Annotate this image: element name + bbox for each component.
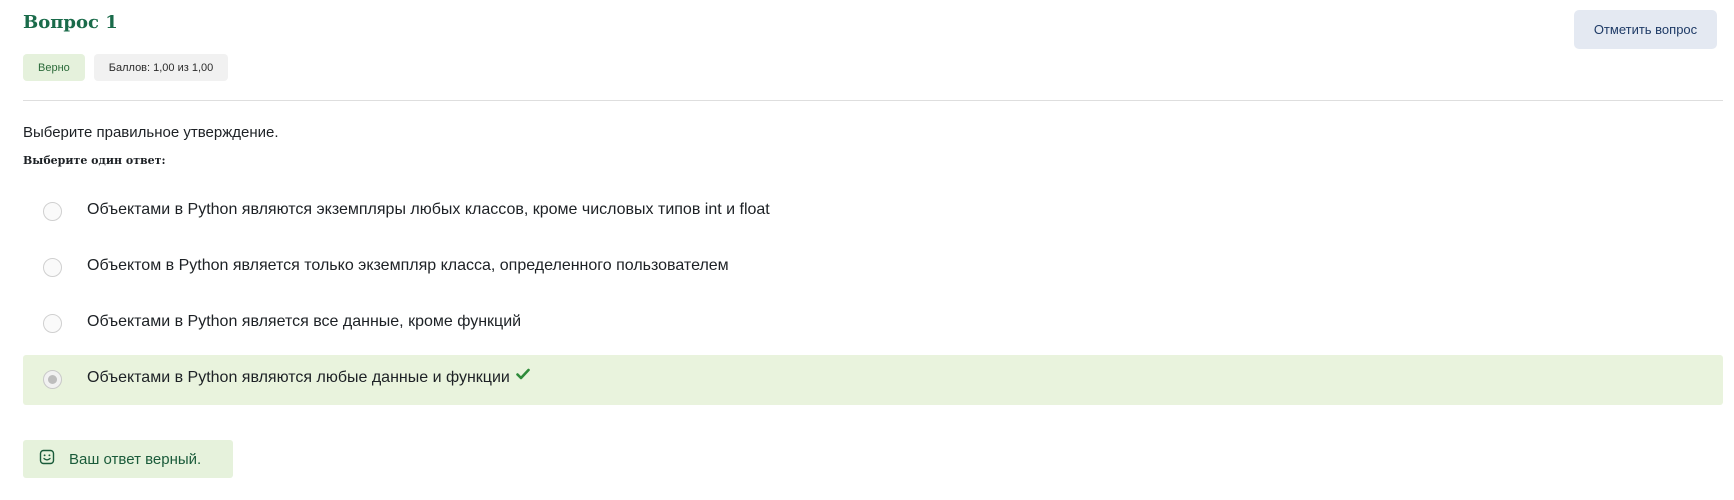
radio-button[interactable]	[43, 314, 62, 333]
question-text: Выберите правильное утверждение.	[23, 124, 279, 141]
answer-option-correct[interactable]: Объектами в Python являются любые данные…	[23, 355, 1723, 405]
feedback-box: Ваш ответ верный.	[23, 440, 233, 478]
question-badges: Верно Баллов: 1,00 из 1,00	[23, 54, 229, 81]
radio-button[interactable]	[43, 202, 62, 221]
answer-label[interactable]: Объектами в Python является все данные, …	[87, 313, 521, 331]
smile-icon	[23, 449, 55, 470]
status-badge: Верно	[23, 54, 85, 81]
check-icon	[516, 367, 530, 385]
grade-badge: Баллов: 1,00 из 1,00	[93, 54, 229, 81]
flag-question-button[interactable]: Отметить вопрос	[1574, 10, 1717, 49]
answer-list: Объектами в Python являются экземпляры л…	[23, 187, 1723, 411]
answer-label[interactable]: Объектами в Python являются любые данные…	[87, 369, 510, 386]
divider	[23, 100, 1723, 101]
answer-label[interactable]: Объектом в Python является только экземп…	[87, 257, 729, 275]
radio-button-selected[interactable]	[43, 370, 62, 389]
answer-prompt: Выберите один ответ:	[23, 154, 166, 167]
answer-option[interactable]: Объектом в Python является только экземп…	[23, 243, 1723, 293]
feedback-text: Ваш ответ верный.	[69, 450, 202, 468]
question-title: Вопрос 1	[23, 12, 118, 33]
answer-label[interactable]: Объектами в Python являются экземпляры л…	[87, 201, 770, 219]
answer-option[interactable]: Объектами в Python является все данные, …	[23, 299, 1723, 349]
answer-option[interactable]: Объектами в Python являются экземпляры л…	[23, 187, 1723, 237]
answer-label-row: Объектами в Python являются любые данные…	[87, 367, 530, 387]
radio-button[interactable]	[43, 258, 62, 277]
